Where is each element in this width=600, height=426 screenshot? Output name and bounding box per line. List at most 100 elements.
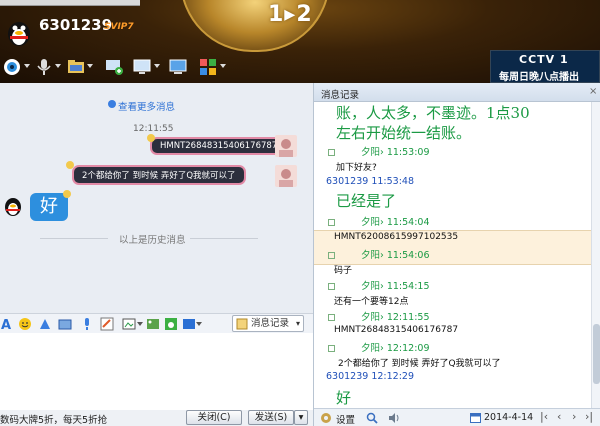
message-select-checkbox[interactable] — [328, 314, 335, 321]
file-transfer-icon[interactable] — [66, 57, 86, 77]
qq-number: 6301239 — [39, 16, 113, 34]
message-select-checkbox[interactable] — [328, 149, 335, 156]
history-message-text: HMNT26848315406176787 — [334, 325, 459, 335]
history-sender-time: 夕阳› 12:12:09 — [361, 343, 430, 354]
microphone-icon[interactable] — [34, 57, 54, 77]
history-message-header: 夕阳› 12:11:55 — [328, 309, 430, 323]
gear-icon[interactable] — [320, 412, 332, 424]
more-messages-icon[interactable] — [108, 100, 116, 108]
next-page-icon[interactable]: › — [572, 410, 576, 423]
magic-expression-icon[interactable] — [38, 317, 52, 331]
input-toolbar: A 消息记录 ▾ — [0, 313, 313, 333]
history-date[interactable]: 2014-4-14 — [484, 412, 533, 423]
svip-badge[interactable]: SVIP7 — [104, 22, 134, 32]
message-select-checkbox[interactable] — [328, 252, 335, 259]
message-record-label: 消息记录 — [251, 318, 290, 329]
my-avatar[interactable] — [275, 135, 297, 157]
history-message-text: 左右开始统一结账。 — [336, 124, 472, 142]
speaker-icon[interactable] — [388, 412, 400, 424]
screen-share-dropdown-icon[interactable] — [154, 64, 160, 68]
window-shake-icon[interactable] — [58, 317, 72, 331]
divider-rule — [190, 238, 258, 239]
contact-penguin-avatar[interactable] — [2, 195, 24, 217]
qq-header-banner: 1▸2 6301239 SVIP7 CCTV 1 每周日晚八点播出 — [0, 0, 600, 83]
voice-message-icon[interactable] — [80, 317, 94, 331]
my-avatar[interactable] — [275, 165, 297, 187]
bubble-heart-icon — [63, 190, 71, 198]
history-scrollbar[interactable] — [591, 102, 600, 408]
more-tools-dropdown-icon[interactable] — [196, 322, 202, 326]
calendar-icon[interactable] — [470, 412, 481, 423]
divider-rule — [40, 238, 108, 239]
message-input-box[interactable] — [0, 333, 313, 410]
history-message-text: 好 — [336, 389, 352, 407]
remote-assist-icon[interactable] — [104, 57, 124, 77]
history-sender-time: 6301239 11:53:48 — [326, 176, 414, 187]
message-select-checkbox[interactable] — [328, 345, 335, 352]
history-message-text: HMNT62008615997102535 — [334, 232, 459, 242]
file-transfer-dropdown-icon[interactable] — [87, 64, 93, 68]
sent-message-bubble[interactable]: 2个都给你了 到时候 弄好了Q我就可以了 — [72, 165, 246, 185]
send-options-button[interactable]: ▾ — [294, 410, 308, 425]
doodle-icon[interactable] — [100, 317, 114, 331]
voice-call-dropdown-icon[interactable] — [55, 64, 61, 68]
screenshot-dropdown-icon[interactable] — [137, 322, 143, 326]
history-message-list[interactable]: 账，人太多，不墨迹。1点30 左右开始统一结账。 夕阳› 11:53:09 加下… — [314, 102, 591, 408]
history-sender-time: 6301239 12:12:29 — [326, 371, 414, 382]
history-sender-time: 夕阳› 12:11:55 — [361, 312, 430, 323]
history-settings-button[interactable]: 设置 — [336, 412, 355, 426]
apps-grid-icon[interactable] — [198, 57, 218, 77]
history-message-text: 2个都给你了 到时候 弄好了Q我就可以了 — [338, 359, 501, 369]
history-title: 消息记录 — [321, 90, 360, 101]
cctv-slogan: 每周日晚八点播出 — [499, 72, 579, 83]
history-message-text: 已经是了 — [336, 192, 397, 210]
cctv-advert[interactable]: CCTV 1 每周日晚八点播出 — [490, 50, 600, 83]
history-message-header: 夕阳› 11:53:09 — [328, 144, 430, 158]
history-message-text: 加下好友? — [336, 163, 377, 173]
music-share-icon[interactable] — [164, 317, 178, 331]
message-history-panel: 消息记录 × 账，人太多，不墨迹。1点30 左右开始统一结账。 夕阳› 11:5… — [313, 83, 600, 426]
chat-message-area[interactable]: 查看更多消息 12:11:55 HMNT26848315406176787 2个… — [0, 83, 313, 313]
video-call-icon[interactable] — [2, 57, 22, 77]
close-history-icon[interactable]: × — [589, 86, 597, 97]
more-tools-icon[interactable] — [182, 317, 196, 331]
chevron-down-icon: ▾ — [295, 319, 300, 328]
send-image-icon[interactable] — [146, 317, 160, 331]
sent-message-bubble[interactable]: HMNT26848315406176787 — [150, 137, 288, 155]
message-record-button[interactable]: 消息记录 ▾ — [232, 315, 304, 332]
bubble-heart-icon — [66, 161, 74, 169]
search-icon[interactable] — [366, 412, 378, 424]
history-sender-time: 夕阳› 11:54:15 — [361, 281, 430, 292]
screenshot-icon[interactable] — [122, 317, 136, 331]
view-more-messages-link[interactable]: 查看更多消息 — [118, 99, 175, 113]
history-sender-time: 夕阳› 11:53:09 — [361, 147, 430, 158]
promo-text[interactable]: 数码大牌5折，每天5折抢 — [0, 412, 107, 426]
emoji-icon[interactable] — [18, 317, 32, 331]
monitor-app-icon[interactable] — [168, 57, 188, 77]
history-message-header: 夕阳› 12:12:09 — [328, 340, 430, 354]
history-message-text: 还有一个要等12点 — [334, 297, 409, 307]
qq-penguin-avatar[interactable] — [4, 17, 34, 47]
message-select-checkbox[interactable] — [328, 283, 335, 290]
apps-dropdown-icon[interactable] — [220, 64, 226, 68]
history-message-header: 夕阳› 11:54:15 — [328, 278, 430, 292]
send-button[interactable]: 发送(S) — [248, 410, 294, 425]
screen-share-icon[interactable] — [132, 57, 152, 77]
first-page-icon[interactable]: |‹ — [540, 410, 548, 423]
font-icon[interactable]: A — [0, 317, 14, 331]
message-select-checkbox[interactable] — [328, 219, 335, 226]
history-divider: 以上是历史消息 — [40, 232, 280, 246]
history-message-header: 夕阳› 11:54:04 — [328, 214, 430, 228]
contact-toolbar — [0, 55, 250, 81]
previous-page-icon[interactable]: ‹ — [557, 410, 561, 423]
bottom-action-bar: 数码大牌5折，每天5折抢 关闭(C) 发送(S) ▾ — [0, 410, 313, 426]
history-divider-label: 以上是历史消息 — [119, 235, 186, 246]
history-scrollbar-thumb[interactable] — [593, 324, 600, 384]
video-call-dropdown-icon[interactable] — [24, 64, 30, 68]
history-title-bar: 消息记录 × — [314, 83, 600, 102]
last-page-icon[interactable]: ›| — [585, 410, 593, 423]
history-message-header: 夕阳› 11:54:06 — [328, 247, 430, 261]
banner-medal-text: 1▸2 — [268, 2, 313, 27]
close-button[interactable]: 关闭(C) — [186, 410, 242, 425]
history-message-text: 码子 — [334, 266, 353, 276]
